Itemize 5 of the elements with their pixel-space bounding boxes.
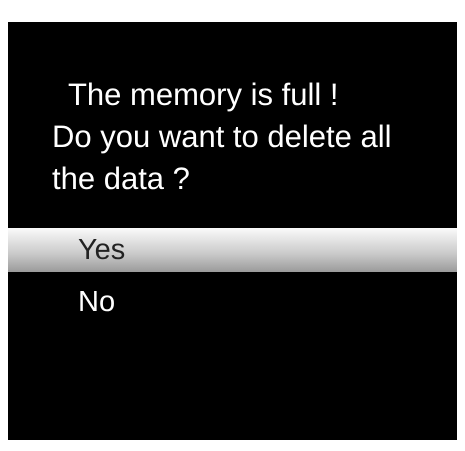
message-text: Do you want to delete all (52, 118, 392, 156)
message-text: the data ? (52, 160, 190, 198)
menu-option[interactable]: Yes (8, 228, 457, 272)
message-text: The memory is full ! (67, 76, 338, 114)
menu-option[interactable]: No (8, 280, 457, 324)
